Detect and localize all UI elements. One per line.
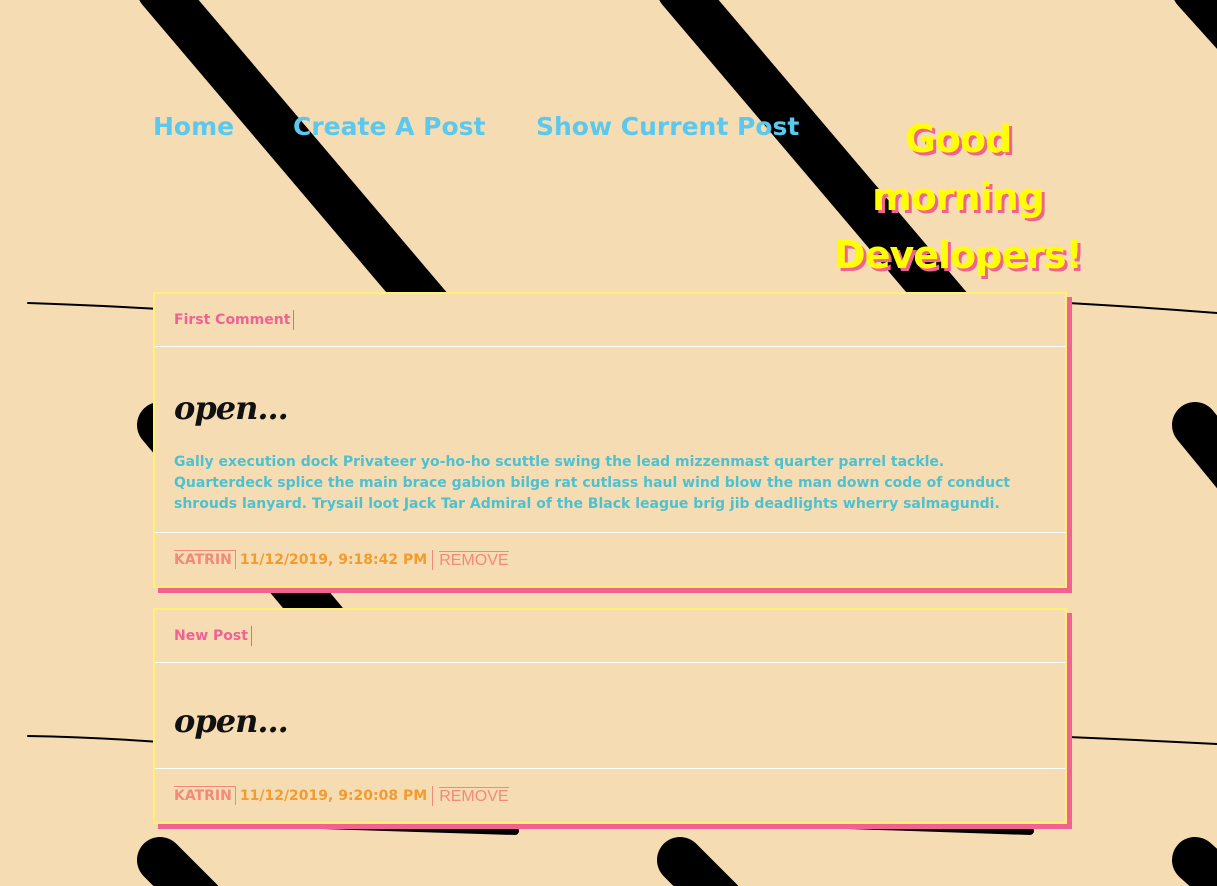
post-body: open...: [155, 663, 1065, 768]
nav-home-link[interactable]: Home: [153, 112, 234, 141]
remove-button[interactable]: REMOVE: [439, 786, 509, 805]
greeting-line-1: Good: [904, 117, 1013, 161]
post-content: Gally execution dock Privateer yo-ho-ho …: [174, 454, 1011, 512]
post-footer: KATRIN 11/12/2019, 9:18:42 PM REMOVE: [155, 532, 1065, 586]
post-body: open... Gally execution dock Privateer y…: [155, 347, 1065, 532]
remove-button[interactable]: REMOVE: [439, 550, 509, 569]
post-title: First Comment: [174, 310, 295, 330]
post-date: 11/12/2019, 9:18:42 PM: [236, 549, 434, 570]
post-header: First Comment: [155, 294, 1065, 347]
post-card: New Post open... KATRIN 11/12/2019, 9:20…: [153, 608, 1067, 824]
nav-show-current-post-link[interactable]: Show Current Post: [536, 112, 799, 141]
post-author[interactable]: KATRIN: [174, 786, 236, 805]
post-card: First Comment open... Gally execution do…: [153, 292, 1067, 588]
post-author[interactable]: KATRIN: [174, 550, 236, 569]
nav-create-post-link[interactable]: Create A Post: [293, 112, 486, 141]
open-post-link[interactable]: open...: [174, 347, 1046, 434]
open-post-link[interactable]: open...: [174, 663, 1046, 747]
post-header: New Post: [155, 610, 1065, 663]
greeting-heading: Good morning Developers!: [830, 110, 1086, 284]
greeting-line-2: morning: [872, 175, 1045, 219]
greeting-line-3: Developers!: [834, 233, 1083, 277]
post-footer: KATRIN 11/12/2019, 9:20:08 PM REMOVE: [155, 768, 1065, 822]
post-title: New Post: [174, 626, 252, 646]
post-date: 11/12/2019, 9:20:08 PM: [236, 785, 434, 806]
